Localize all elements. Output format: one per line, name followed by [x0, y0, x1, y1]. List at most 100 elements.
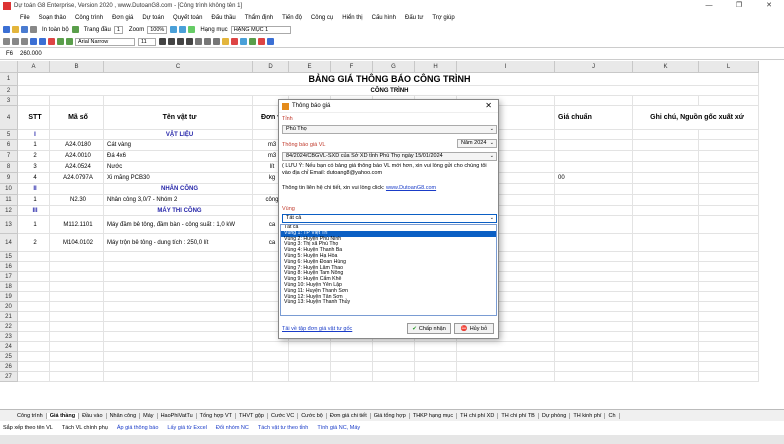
name-cell[interactable]: VẬT LIỆU	[104, 130, 253, 140]
grid-cell[interactable]	[699, 234, 759, 252]
grid-cell[interactable]	[373, 342, 415, 352]
website-link[interactable]: www.DutoanG8.com	[386, 185, 436, 191]
align-right-icon[interactable]	[213, 38, 220, 45]
code-cell[interactable]: M112.1101	[50, 216, 104, 234]
grid-cell[interactable]	[633, 362, 699, 372]
grid-cell[interactable]	[699, 151, 759, 162]
grid-cell[interactable]	[633, 162, 699, 173]
grid-cell[interactable]	[104, 312, 253, 322]
column-header[interactable]: G	[373, 61, 415, 73]
grid-cell[interactable]	[699, 195, 759, 206]
row-header[interactable]: 14	[0, 234, 18, 252]
cancel-button[interactable]: ⛔ Hủy bỏ	[454, 323, 494, 334]
grid-cell[interactable]	[555, 272, 633, 282]
code-cell[interactable]: A24.0010	[50, 151, 104, 162]
grid-cell[interactable]	[331, 342, 373, 352]
grid-cell[interactable]	[699, 362, 759, 372]
category-select[interactable]: HẠNG MỤC 1	[230, 25, 291, 34]
sheet-title[interactable]: BẢNG GIÁ THÔNG BÁO CÔNG TRÌNH	[18, 73, 759, 86]
bottom-action[interactable]: Lấy giá từ Excel	[167, 425, 206, 431]
underline-icon[interactable]	[177, 38, 184, 45]
menu-item[interactable]: File	[20, 15, 30, 21]
grid-cell[interactable]	[415, 362, 457, 372]
grid-cell[interactable]	[699, 332, 759, 342]
grid-cell[interactable]	[633, 272, 699, 282]
grid-cell[interactable]	[50, 352, 104, 362]
grid-cell[interactable]	[699, 140, 759, 151]
corner-cell[interactable]	[0, 61, 18, 73]
grid-cell[interactable]	[104, 282, 253, 292]
bottom-action[interactable]: Tách vật tư theo tỉnh	[258, 425, 308, 431]
italic-icon[interactable]	[168, 38, 175, 45]
grid-cell[interactable]	[331, 352, 373, 362]
column-header[interactable]: L	[699, 61, 759, 73]
stt-cell[interactable]: 1	[18, 216, 50, 234]
grid-cell[interactable]	[633, 282, 699, 292]
grid-cell[interactable]	[555, 302, 633, 312]
header-standard-price[interactable]: Giá chuẩn	[555, 106, 633, 130]
grid-cell[interactable]	[699, 252, 759, 262]
menu-item[interactable]: Quyết toán	[173, 15, 202, 21]
grid-cell[interactable]	[18, 302, 50, 312]
grid-cell[interactable]	[18, 292, 50, 302]
grid-cell[interactable]	[50, 184, 104, 195]
bottom-action[interactable]: Tính giá NC, Máy	[317, 425, 360, 431]
grid-cell[interactable]	[18, 362, 50, 372]
sheet-tab[interactable]: THVT gộp	[236, 412, 268, 419]
zoom-out-icon[interactable]	[179, 26, 187, 33]
sheet-subtitle[interactable]: CÔNG TRÌNH	[18, 86, 759, 96]
menu-item[interactable]: Trợ giúp	[432, 15, 454, 21]
grid-cell[interactable]	[457, 352, 555, 362]
grid-cell[interactable]	[633, 342, 699, 352]
grid-cell[interactable]	[555, 372, 633, 382]
grid-cell[interactable]	[104, 362, 253, 372]
grid-cell[interactable]	[18, 332, 50, 342]
row-header[interactable]: 8	[0, 162, 18, 173]
new-icon[interactable]	[3, 26, 10, 33]
grid-cell[interactable]	[633, 184, 699, 195]
grid-cell[interactable]	[633, 262, 699, 272]
grid-cell[interactable]	[18, 372, 50, 382]
grid-cell[interactable]	[253, 362, 289, 372]
grid-cell[interactable]	[50, 206, 104, 216]
grid-cell[interactable]	[633, 216, 699, 234]
align-center-icon[interactable]	[204, 38, 211, 45]
grid-cell[interactable]	[50, 130, 104, 140]
bold-icon[interactable]	[159, 38, 166, 45]
column-header[interactable]: B	[50, 61, 104, 73]
grid-cell[interactable]	[555, 342, 633, 352]
grid-cell[interactable]	[50, 282, 104, 292]
row-header[interactable]: 2	[0, 86, 18, 96]
close-icon[interactable]: ✕	[754, 0, 784, 12]
column-header[interactable]: H	[415, 61, 457, 73]
grid-cell[interactable]	[104, 96, 253, 106]
name-cell[interactable]: Nước	[104, 162, 253, 173]
sheet-tab[interactable]: Tổng hợp VT	[197, 412, 237, 419]
grid-cell[interactable]	[555, 312, 633, 322]
grid-cell[interactable]	[699, 96, 759, 106]
grid-cell[interactable]	[699, 312, 759, 322]
sheet-tab[interactable]: Đầu vào	[79, 412, 107, 419]
stt-cell[interactable]: 2	[18, 234, 50, 252]
grid-cell[interactable]	[699, 342, 759, 352]
column-header[interactable]: A	[18, 61, 50, 73]
grid-cell[interactable]	[104, 322, 253, 332]
grid-cell[interactable]	[289, 362, 331, 372]
grid-cell[interactable]	[555, 184, 633, 195]
youtube-icon[interactable]	[258, 38, 265, 45]
border-icon[interactable]	[240, 38, 247, 45]
grid-cell[interactable]	[457, 342, 555, 352]
column-header[interactable]: F	[331, 61, 373, 73]
grid-cell[interactable]	[50, 252, 104, 262]
bottom-action[interactable]: Áp giá thông báo	[117, 425, 159, 431]
cell-reference[interactable]: F6	[0, 51, 16, 57]
grid-cell[interactable]	[104, 352, 253, 362]
grid-cell[interactable]	[373, 372, 415, 382]
grid-cell[interactable]	[699, 262, 759, 272]
grid-cell[interactable]	[633, 302, 699, 312]
header-code[interactable]: Mã số	[50, 106, 104, 130]
align-left-icon[interactable]	[195, 38, 202, 45]
accept-button[interactable]: ✔ Chấp nhận	[407, 323, 451, 334]
grid-cell[interactable]	[633, 206, 699, 216]
grid-cell[interactable]	[699, 302, 759, 312]
